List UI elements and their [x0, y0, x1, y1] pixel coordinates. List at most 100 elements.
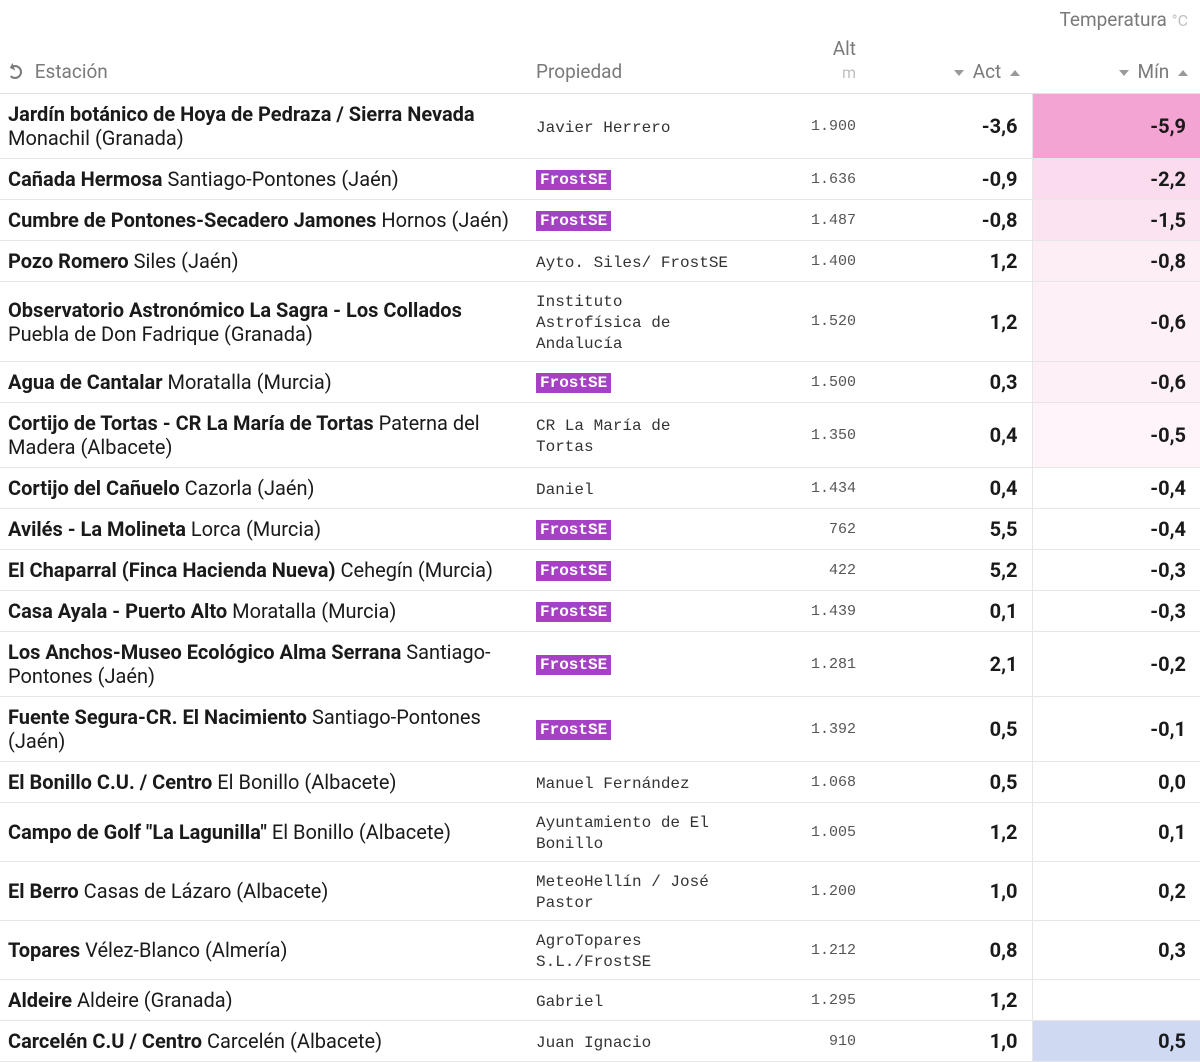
table-row[interactable]: El Berro Casas de Lázaro (Albacete)Meteo…: [0, 862, 1200, 921]
chevron-down-icon[interactable]: [954, 70, 964, 76]
min-header-label: Mín: [1137, 60, 1169, 83]
table-row[interactable]: Fuente Segura-CR. El Nacimiento Santiago…: [0, 697, 1200, 762]
frostse-badge: FrostSE: [536, 561, 611, 581]
min-temp-cell: -0,8: [1032, 241, 1200, 282]
table-row[interactable]: El Bonillo C.U. / Centro El Bonillo (Alb…: [0, 762, 1200, 803]
min-temp-cell: -0,4: [1032, 468, 1200, 509]
station-name: Agua de Cantalar: [8, 370, 163, 394]
property-text: Gabriel: [536, 993, 603, 1011]
property-text: Manuel Fernández: [536, 775, 690, 793]
column-header-min[interactable]: Mín: [1032, 31, 1200, 94]
table-row[interactable]: Cortijo del Cañuelo Cazorla (Jaén)Daniel…: [0, 468, 1200, 509]
table-row[interactable]: Pozo Romero Siles (Jaén)Ayto. Siles/ Fro…: [0, 241, 1200, 282]
chevron-down-icon[interactable]: [1119, 70, 1129, 76]
station-cell[interactable]: El Bonillo C.U. / Centro El Bonillo (Alb…: [0, 762, 528, 803]
table-row[interactable]: Los Anchos-Museo Ecológico Alma Serrana …: [0, 632, 1200, 697]
property-cell: FrostSE: [528, 632, 744, 697]
station-location: Puebla de Don Fadrique (Granada): [8, 322, 313, 346]
station-cell[interactable]: El Chaparral (Finca Hacienda Nueva) Cehe…: [0, 550, 528, 591]
station-cell[interactable]: Aldeire Aldeire (Granada): [0, 980, 528, 1021]
min-temp-cell: -0,3: [1032, 550, 1200, 591]
act-temp-cell: 0,3: [864, 362, 1032, 403]
min-temp-cell: -0,6: [1032, 282, 1200, 362]
frostse-badge: FrostSE: [536, 655, 611, 675]
altitude-cell: 1.439: [744, 591, 864, 632]
column-header-act[interactable]: Act: [864, 31, 1032, 94]
station-cell[interactable]: Pozo Romero Siles (Jaén): [0, 241, 528, 282]
column-header-station[interactable]: Estación: [0, 31, 528, 94]
min-temp-cell: -0,4: [1032, 509, 1200, 550]
table-row[interactable]: Casa Ayala - Puerto Alto Moratalla (Murc…: [0, 591, 1200, 632]
act-temp-cell: 0,4: [864, 468, 1032, 509]
column-header-property[interactable]: Propiedad: [528, 31, 744, 94]
property-cell: FrostSE: [528, 591, 744, 632]
act-header-label: Act: [973, 60, 1002, 83]
frostse-badge: FrostSE: [536, 720, 611, 740]
table-row[interactable]: Cortijo de Tortas - CR La María de Torta…: [0, 403, 1200, 468]
table-row[interactable]: Observatorio Astronómico La Sagra - Los …: [0, 282, 1200, 362]
altitude-cell: 1.434: [744, 468, 864, 509]
property-cell: FrostSE: [528, 509, 744, 550]
station-cell[interactable]: Agua de Cantalar Moratalla (Murcia): [0, 362, 528, 403]
station-name: Casa Ayala - Puerto Alto: [8, 599, 227, 623]
station-name: Campo de Golf "La Lagunilla": [8, 820, 267, 844]
table-row[interactable]: Jardín botánico de Hoya de Pedraza / Sie…: [0, 94, 1200, 159]
table-row[interactable]: Agua de Cantalar Moratalla (Murcia) Frost…: [0, 362, 1200, 403]
altitude-cell: 1.295: [744, 980, 864, 1021]
station-cell[interactable]: Los Anchos-Museo Ecológico Alma Serrana …: [0, 632, 528, 697]
station-cell[interactable]: Campo de Golf "La Lagunilla" El Bonillo …: [0, 803, 528, 862]
station-cell[interactable]: Cañada Hermosa Santiago-Pontones (Jaén): [0, 159, 528, 200]
station-location: Aldeire (Granada): [72, 988, 233, 1012]
table-row[interactable]: Aldeire Aldeire (Granada)Gabriel1.2951,2: [0, 980, 1200, 1021]
min-temp-cell: -0,5: [1032, 403, 1200, 468]
station-cell[interactable]: Cortijo de Tortas - CR La María de Torta…: [0, 403, 528, 468]
altitude-cell: 1.212: [744, 921, 864, 980]
station-cell[interactable]: Jardín botánico de Hoya de Pedraza / Sie…: [0, 94, 528, 159]
min-temp-cell: 0,1: [1032, 803, 1200, 862]
station-cell[interactable]: Topares Vélez-Blanco (Almería): [0, 921, 528, 980]
station-header-label: Estación: [35, 60, 108, 83]
frostse-badge: FrostSE: [536, 373, 611, 393]
chevron-up-icon[interactable]: [1010, 70, 1020, 76]
station-location: Lorca (Murcia): [186, 517, 321, 541]
station-name: Los Anchos-Museo Ecológico Alma Serrana: [8, 640, 401, 664]
station-cell[interactable]: Casa Ayala - Puerto Alto Moratalla (Murc…: [0, 591, 528, 632]
table-row[interactable]: Campo de Golf "La Lagunilla" El Bonillo …: [0, 803, 1200, 862]
refresh-icon[interactable]: [8, 65, 22, 79]
act-temp-cell: 1,2: [864, 282, 1032, 362]
station-cell[interactable]: Avilés - La Molineta Lorca (Murcia): [0, 509, 528, 550]
station-location: Moratalla (Murcia): [227, 599, 396, 623]
property-text: Ayuntamiento de El Bonillo: [536, 814, 709, 853]
station-location: Casas de Lázaro (Albacete): [79, 879, 329, 903]
station-cell[interactable]: El Berro Casas de Lázaro (Albacete): [0, 862, 528, 921]
table-row[interactable]: El Chaparral (Finca Hacienda Nueva) Cehe…: [0, 550, 1200, 591]
station-cell[interactable]: Cortijo del Cañuelo Cazorla (Jaén): [0, 468, 528, 509]
table-row[interactable]: Carcelén C.U / Centro Carcelén (Albacete…: [0, 1021, 1200, 1062]
altitude-cell: 1.520: [744, 282, 864, 362]
table-row[interactable]: Cumbre de Pontones-Secadero Jamones Horn…: [0, 200, 1200, 241]
min-temp-cell: 0,2: [1032, 862, 1200, 921]
station-name: Aldeire: [8, 988, 72, 1012]
property-cell: Javier Herrero: [528, 94, 744, 159]
table-row[interactable]: Topares Vélez-Blanco (Almería)AgroTopare…: [0, 921, 1200, 980]
column-header-altitude[interactable]: Alt m: [744, 31, 864, 94]
act-temp-cell: 5,2: [864, 550, 1032, 591]
station-cell[interactable]: Carcelén C.U / Centro Carcelén (Albacete…: [0, 1021, 528, 1062]
station-name: Cortijo del Cañuelo: [8, 476, 180, 500]
chevron-up-icon[interactable]: [1178, 70, 1188, 76]
table-row[interactable]: Avilés - La Molineta Lorca (Murcia)Frost…: [0, 509, 1200, 550]
altitude-cell: 762: [744, 509, 864, 550]
station-cell[interactable]: Cumbre de Pontones-Secadero Jamones Horn…: [0, 200, 528, 241]
table-row[interactable]: Cañada Hermosa Santiago-Pontones (Jaén)F…: [0, 159, 1200, 200]
min-temp-cell: -0,1: [1032, 697, 1200, 762]
station-cell[interactable]: Fuente Segura-CR. El Nacimiento Santiago…: [0, 697, 528, 762]
act-temp-cell: 0,8: [864, 921, 1032, 980]
station-location: El Bonillo (Albacete): [267, 820, 451, 844]
property-text: Juan Ignacio: [536, 1034, 651, 1052]
act-temp-cell: 1,0: [864, 862, 1032, 921]
property-cell: Daniel: [528, 468, 744, 509]
station-cell[interactable]: Observatorio Astronómico La Sagra - Los …: [0, 282, 528, 362]
property-text: AgroTopares S.L./FrostSE: [536, 932, 651, 971]
property-cell: FrostSE: [528, 159, 744, 200]
min-temp-cell: 0,3: [1032, 921, 1200, 980]
